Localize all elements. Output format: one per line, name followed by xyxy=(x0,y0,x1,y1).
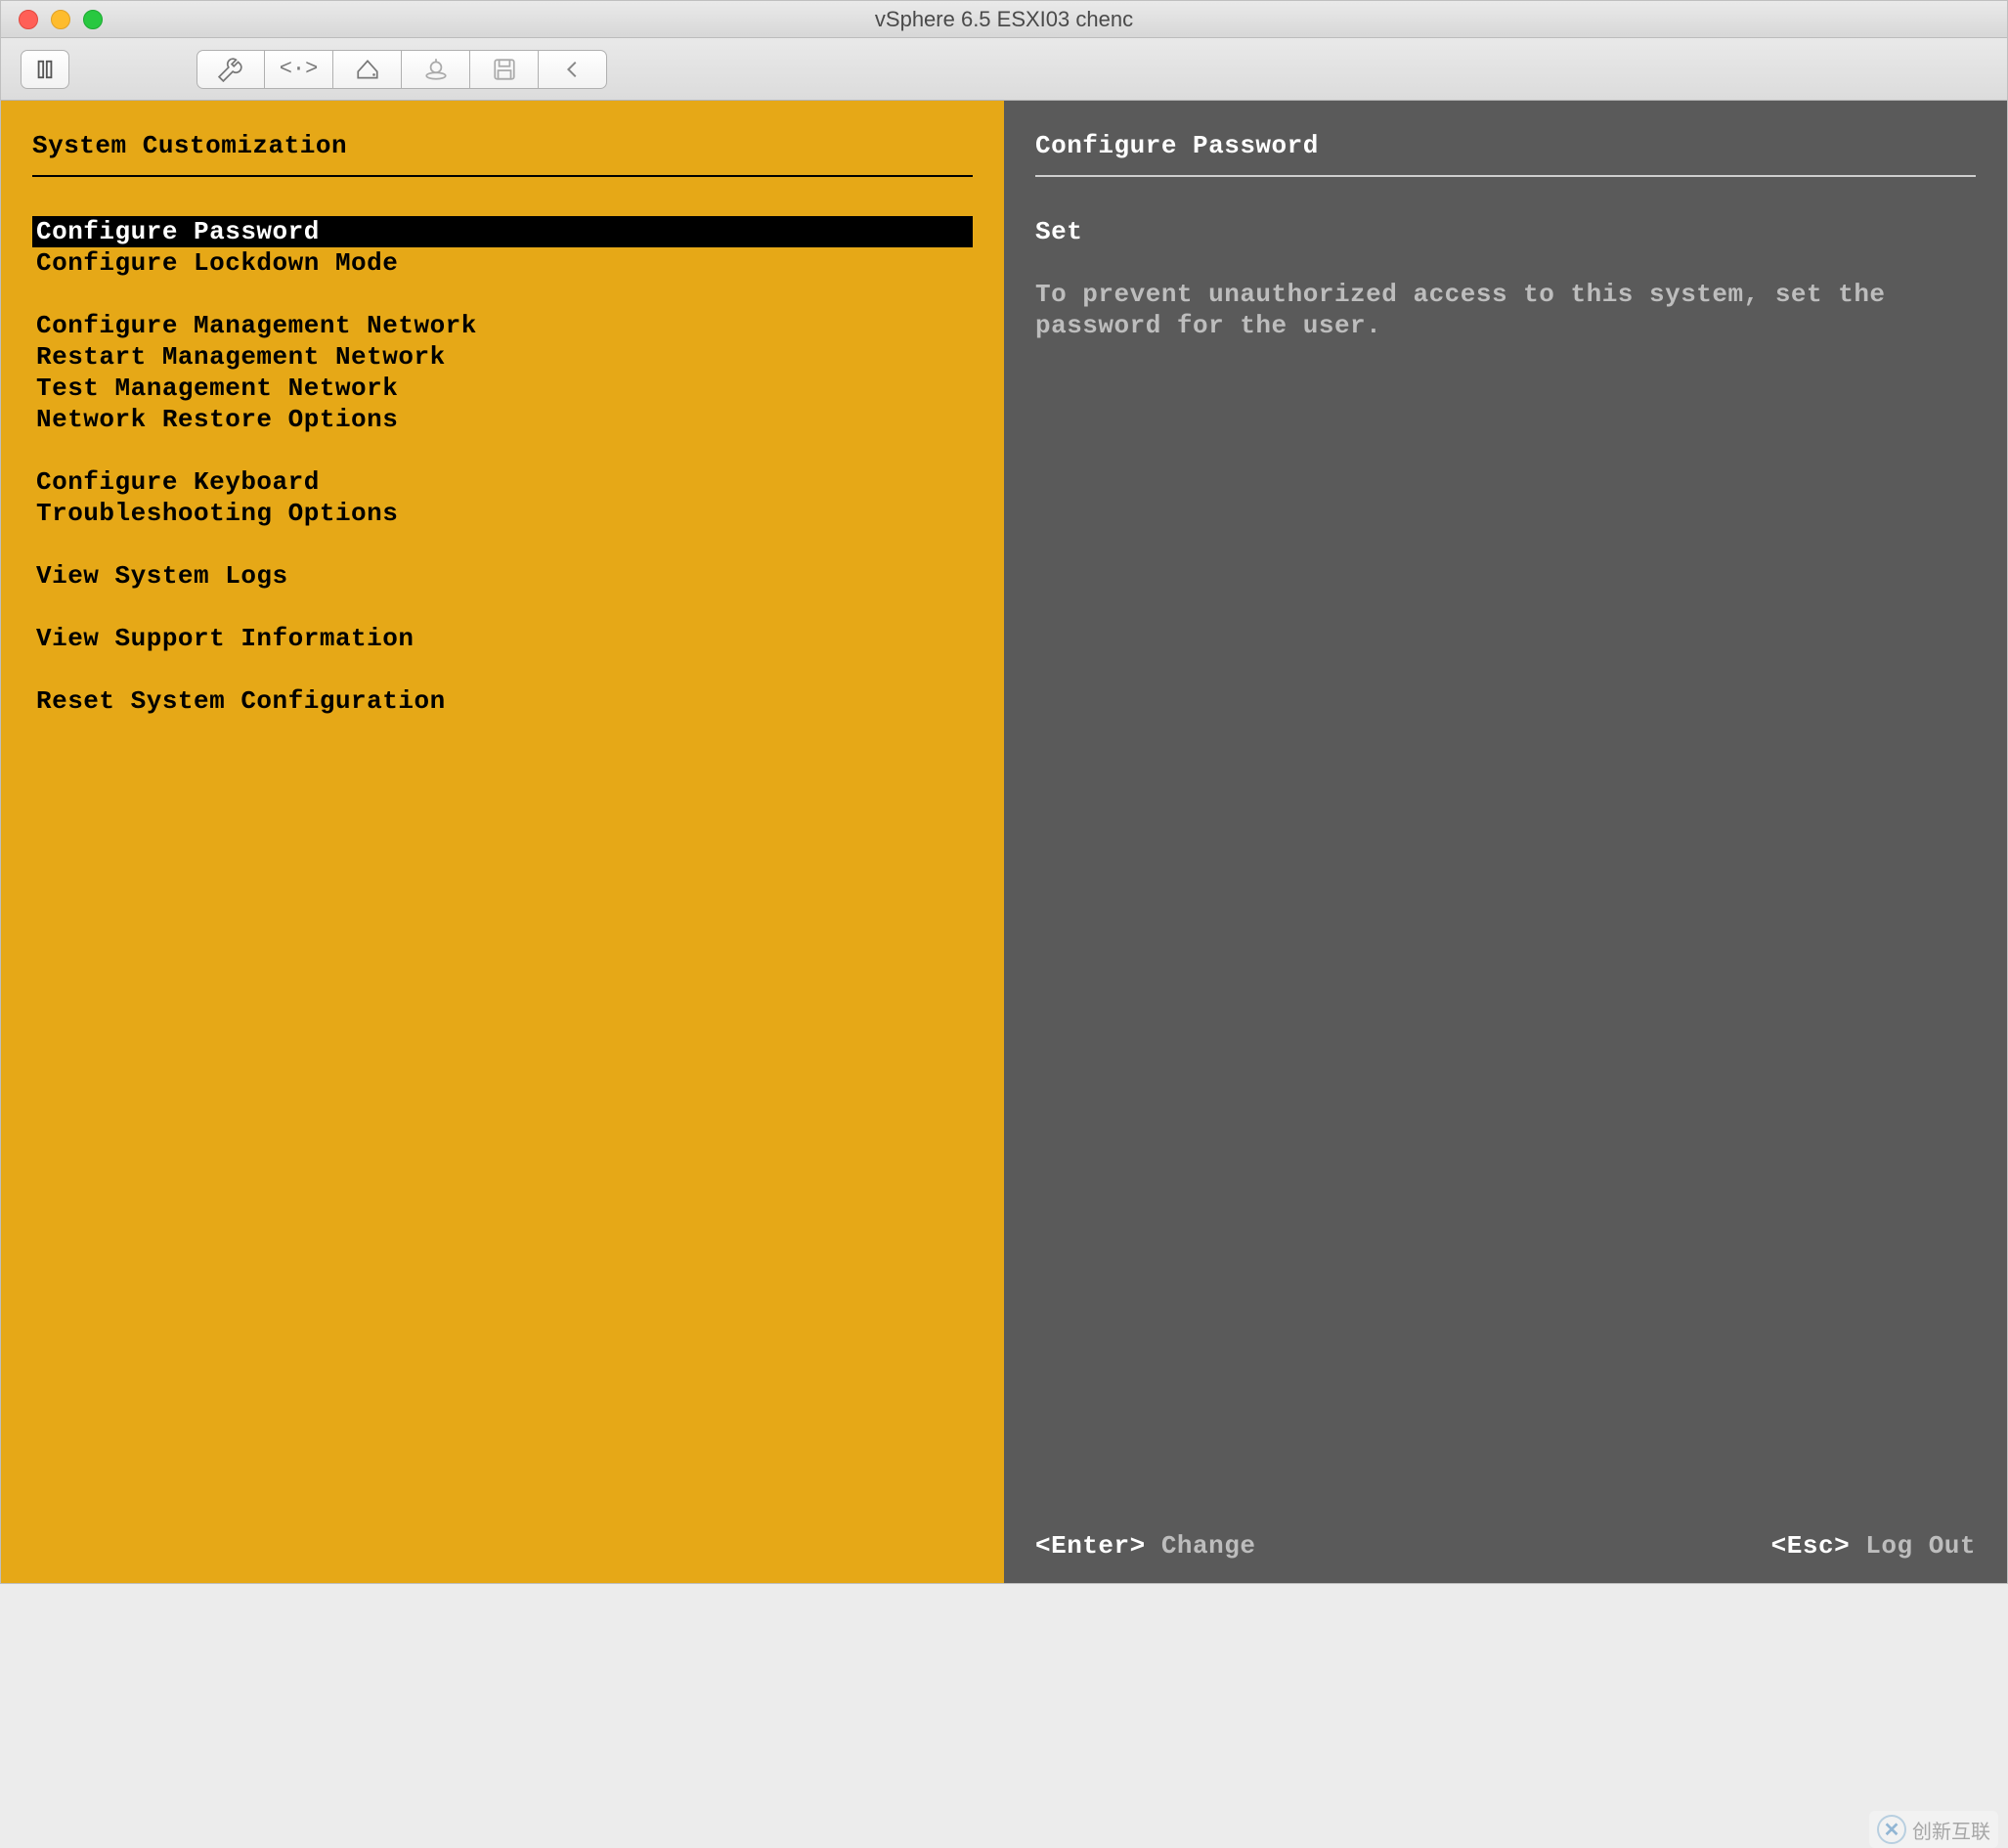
menu-view-support-information[interactable]: View Support Information xyxy=(32,623,973,654)
zoom-window-button[interactable] xyxy=(83,10,103,29)
floppy-button[interactable] xyxy=(470,50,539,89)
titlebar: vSphere 6.5 ESXI03 chenc xyxy=(1,1,2007,38)
menu-group-4: View System Logs xyxy=(32,560,973,592)
menu-group-5: View Support Information xyxy=(32,623,973,654)
watermark-icon: ✕ xyxy=(1877,1815,1906,1844)
pause-icon xyxy=(34,59,56,80)
menu-troubleshooting-options[interactable]: Troubleshooting Options xyxy=(32,498,973,529)
menu-group-3: Configure Keyboard Troubleshooting Optio… xyxy=(32,466,973,529)
resize-button[interactable]: <·> xyxy=(265,50,333,89)
menu-group-2: Configure Management Network Restart Man… xyxy=(32,310,973,435)
menu-test-management-network[interactable]: Test Management Network xyxy=(32,373,973,404)
left-pane-title: System Customization xyxy=(32,130,973,177)
disk-icon xyxy=(355,57,380,82)
menu-reset-system-configuration[interactable]: Reset System Configuration xyxy=(32,685,973,717)
menu-view-system-logs[interactable]: View System Logs xyxy=(32,560,973,592)
esc-hint: <Esc> Log Out xyxy=(1771,1530,1976,1562)
app-window: vSphere 6.5 ESXI03 chenc <·> xyxy=(0,0,2008,1584)
pause-vm-button[interactable] xyxy=(21,50,69,89)
esc-action-label: Log Out xyxy=(1865,1531,1976,1561)
capture-button[interactable] xyxy=(402,50,470,89)
left-pane: System Customization Configure Password … xyxy=(1,101,1004,1583)
floppy-icon xyxy=(492,57,517,82)
menu-configure-password[interactable]: Configure Password xyxy=(32,216,973,247)
watermark: ✕ 创新互联 xyxy=(1869,1811,1998,1848)
esc-key-label: <Esc> xyxy=(1771,1531,1851,1561)
enter-key-label: <Enter> xyxy=(1035,1531,1146,1561)
dcui-console[interactable]: System Customization Configure Password … xyxy=(1,101,2007,1583)
enter-hint: <Enter> Change xyxy=(1035,1530,1255,1562)
chevron-left-icon xyxy=(562,59,584,80)
menu-network-restore-options[interactable]: Network Restore Options xyxy=(32,404,973,435)
password-description: To prevent unauthorized access to this s… xyxy=(1035,279,1976,341)
enter-action-label: Change xyxy=(1161,1531,1256,1561)
code-icon: <·> xyxy=(280,57,319,81)
close-window-button[interactable] xyxy=(19,10,38,29)
right-pane-title: Configure Password xyxy=(1035,130,1976,177)
minimize-window-button[interactable] xyxy=(51,10,70,29)
capture-icon xyxy=(423,57,449,82)
traffic-lights xyxy=(1,10,103,29)
menu-group-6: Reset System Configuration xyxy=(32,685,973,717)
menu-restart-management-network[interactable]: Restart Management Network xyxy=(32,341,973,373)
password-status: Set xyxy=(1035,216,1976,247)
watermark-text: 创新互联 xyxy=(1912,1816,1990,1844)
menu-configure-management-network[interactable]: Configure Management Network xyxy=(32,310,973,341)
menu-group-1: Configure Password Configure Lockdown Mo… xyxy=(32,216,973,279)
settings-button[interactable] xyxy=(196,50,265,89)
menu-configure-keyboard[interactable]: Configure Keyboard xyxy=(32,466,973,498)
toolbar: <·> xyxy=(1,38,2007,101)
menu-configure-lockdown-mode[interactable]: Configure Lockdown Mode xyxy=(32,247,973,279)
toolbar-group: <·> xyxy=(196,50,607,89)
footer-hints: <Enter> Change <Esc> Log Out xyxy=(1035,1530,1976,1562)
back-button[interactable] xyxy=(539,50,607,89)
wrench-icon xyxy=(218,57,243,82)
disk-button[interactable] xyxy=(333,50,402,89)
right-pane: Configure Password Set To prevent unauth… xyxy=(1004,101,2007,1583)
window-title: vSphere 6.5 ESXI03 chenc xyxy=(1,7,2007,32)
